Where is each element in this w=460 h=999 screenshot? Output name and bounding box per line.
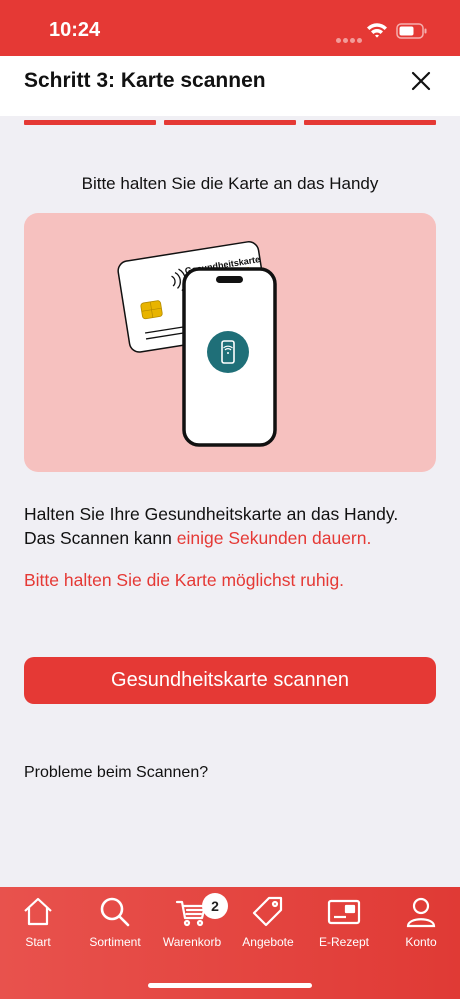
tab-angebote[interactable]: Angebote [230,887,306,957]
scan-illustration: Gesundheitskarte [24,213,436,472]
scan-problems-link[interactable]: Probleme beim Scannen? [24,764,208,782]
description-line-2: Das Scannen kann einige Sekunden dauern. [24,526,436,550]
scan-description: Halten Sie Ihre Gesundheitskarte an das … [24,502,436,550]
tab-sortiment[interactable]: Sortiment [77,887,153,957]
page-title: Schritt 3: Karte scannen [24,69,266,92]
tab-e-rezept[interactable]: E-Rezept [306,887,382,957]
progress-step-3 [304,120,436,125]
description-line-2-prefix: Das Scannen kann [24,528,177,548]
signal-icon [336,30,364,48]
battery-icon [396,23,427,39]
tab-label-sortiment: Sortiment [89,935,141,949]
description-line-1: Halten Sie Ihre Gesundheitskarte an das … [24,504,399,524]
progress-step-2 [164,120,296,125]
scan-card-button[interactable]: Gesundheitskarte scannen [24,657,436,704]
wifi-icon [367,23,387,38]
tab-start[interactable]: Start [0,887,76,957]
duration-highlight: einige Sekunden dauern. [176,528,372,548]
instruction-title: Bitte halten Sie die Karte an das Handy [81,174,379,193]
tab-label-warenkorb: Warenkorb [162,935,222,949]
step-progress [24,120,436,126]
header: Schritt 3: Karte scannen [0,56,460,116]
prescription-card-icon [327,899,361,925]
progress-step-1 [24,120,156,125]
tab-label-konto: Konto [405,935,437,949]
status-time: 10:24 [49,19,101,41]
tag-icon [252,896,283,927]
cart-count-badge: 2 [202,893,228,919]
tab-label-angebote: Angebote [242,935,294,949]
hold-still-warning: Bitte halten Sie die Karte möglichst ruh… [24,570,345,590]
close-button[interactable] [406,66,436,96]
nfc-illustration: Gesundheitskarte [117,241,277,447]
tab-konto[interactable]: Konto [383,887,459,957]
status-bar: 10:24 [0,0,460,56]
search-icon [100,897,130,927]
tab-label-start: Start [25,935,51,949]
tab-label-e-rezept: E-Rezept [318,935,370,949]
home-icon [24,897,52,926]
home-indicator[interactable] [148,983,312,988]
user-icon [406,897,436,928]
close-icon [411,71,431,91]
